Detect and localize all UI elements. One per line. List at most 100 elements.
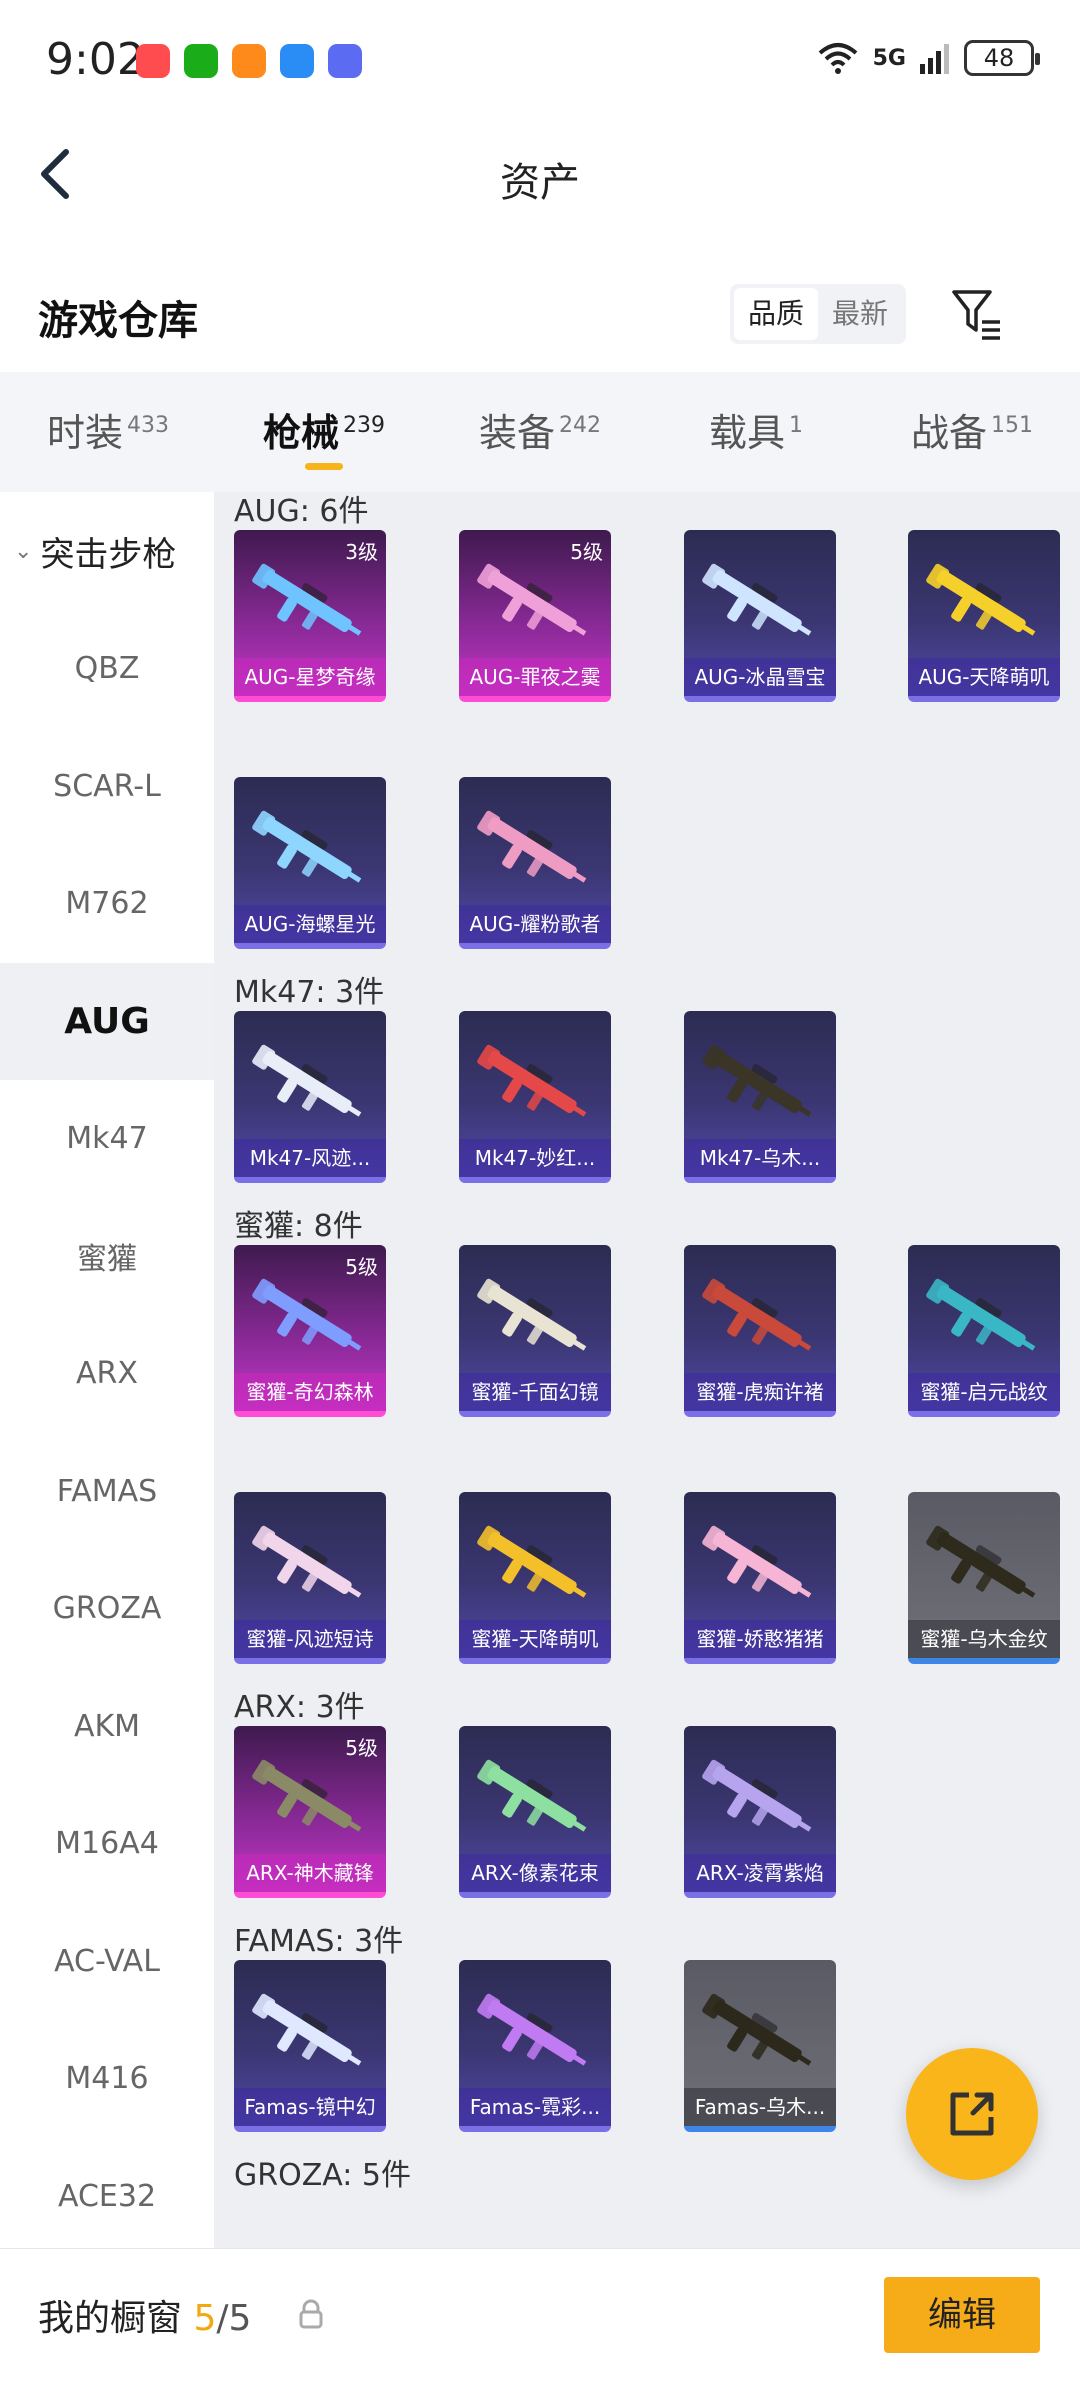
weapon-card[interactable]: AUG-海螺星光: [234, 777, 386, 949]
tab-fashion[interactable]: 时装 433: [0, 372, 216, 492]
sidebar-item-mk47[interactable]: Mk47: [0, 1080, 214, 1198]
weapon-card[interactable]: 蜜獾-娇憨猪猪: [684, 1492, 836, 1664]
shopping-bag-icon: [136, 44, 170, 78]
wifi-icon: [818, 43, 857, 74]
tab-equipment[interactable]: 装备 242: [432, 372, 648, 492]
weapon-name: ARX-凌霄紫焰: [684, 1854, 836, 1892]
rifle-icon: [477, 1278, 587, 1351]
tab-count: 239: [343, 413, 385, 438]
rifle-icon: [252, 810, 362, 883]
music-icon: [328, 44, 362, 78]
edit-button[interactable]: 编辑: [884, 2277, 1040, 2353]
weapon-card[interactable]: AUG-冰晶雪宝: [684, 530, 836, 702]
sidebar-item-ace32[interactable]: ACE32: [0, 2138, 214, 2249]
rifle-icon: [252, 1278, 362, 1351]
tab-count: 433: [127, 413, 169, 438]
weapon-card[interactable]: 蜜獾-启元战纹: [908, 1245, 1060, 1417]
weapon-name: ARX-神木藏锋: [234, 1854, 386, 1892]
weapon-card[interactable]: 5级 ARX-神木藏锋: [234, 1726, 386, 1898]
browser-icon: [280, 44, 314, 78]
sidebar-item-aug[interactable]: AUG: [0, 962, 214, 1080]
share-icon: [950, 2092, 994, 2136]
sidebar-group-label: 突击步枪: [40, 534, 177, 575]
tab-vehicles[interactable]: 载具 1: [648, 372, 864, 492]
sidebar-item-m16a4[interactable]: M16A4: [0, 1785, 214, 1903]
signal-icon: [920, 44, 949, 74]
sidebar-item-qbz[interactable]: QBZ: [0, 610, 214, 728]
weapon-name: 蜜獾-虎痴许褚: [684, 1373, 836, 1411]
sidebar-item-m416[interactable]: M416: [0, 2020, 214, 2138]
weapon-name: 蜜獾-娇憨猪猪: [684, 1620, 836, 1658]
status-time: 9:02: [46, 34, 145, 85]
rifle-icon: [926, 563, 1036, 636]
filter-icon[interactable]: [950, 286, 1004, 342]
weapon-card[interactable]: 5级 AUG-罪夜之霙: [459, 530, 611, 702]
tab-count: 242: [559, 413, 601, 438]
weapon-card[interactable]: 蜜獾-风迹短诗: [234, 1492, 386, 1664]
share-button[interactable]: [906, 2048, 1038, 2180]
weapon-card[interactable]: AUG-耀粉歌者: [459, 777, 611, 949]
sidebar-item-m762[interactable]: M762: [0, 845, 214, 963]
rifle-icon: [477, 563, 587, 636]
rifle-icon: [926, 1278, 1036, 1351]
group-heading: FAMAS: 3件: [234, 1924, 404, 1959]
weapon-name: AUG-耀粉歌者: [459, 905, 611, 943]
weapon-card[interactable]: Mk47-乌木...: [684, 1011, 836, 1183]
showcase-count: 5: [193, 2298, 217, 2339]
sidebar-item-蜜獾[interactable]: 蜜獾: [0, 1198, 214, 1316]
weapon-card[interactable]: Famas-乌木...: [684, 1960, 836, 2132]
weapon-name: AUG-星梦奇缘: [234, 658, 386, 696]
rifle-icon: [702, 1278, 812, 1351]
weapon-name: Famas-镜中幻: [234, 2088, 386, 2126]
sidebar-item-arx[interactable]: ARX: [0, 1315, 214, 1433]
weapon-card[interactable]: 蜜獾-千面幻镜: [459, 1245, 611, 1417]
sidebar-item-ac-val[interactable]: AC-VAL: [0, 1903, 214, 2021]
rifle-icon: [477, 1044, 587, 1117]
sidebar-item-famas[interactable]: FAMAS: [0, 1433, 214, 1551]
weapon-card[interactable]: Famas-霓彩...: [459, 1960, 611, 2132]
weapon-card[interactable]: ARX-凌霄紫焰: [684, 1726, 836, 1898]
weapon-name: Famas-霓彩...: [459, 2088, 611, 2126]
sidebar-item-scar-l[interactable]: SCAR-L: [0, 728, 214, 846]
group-heading: GROZA: 5件: [234, 2158, 411, 2193]
tab-supplies[interactable]: 战备 151: [864, 372, 1080, 492]
rifle-icon: [477, 1993, 587, 2066]
weapon-name: AUG-天降萌叽: [908, 658, 1060, 696]
weapon-card[interactable]: Mk47-妙红...: [459, 1011, 611, 1183]
showcase-bar: 我的橱窗 5/5 编辑: [0, 2248, 1080, 2381]
level-badge: 5级: [345, 1736, 378, 1760]
weapon-name: Famas-乌木...: [684, 2088, 836, 2126]
weapon-card[interactable]: 5级 蜜獾-奇幻森林: [234, 1245, 386, 1417]
weapon-card[interactable]: 蜜獾-虎痴许褚: [684, 1245, 836, 1417]
weapon-card[interactable]: AUG-天降萌叽: [908, 530, 1060, 702]
weapon-card[interactable]: 3级 AUG-星梦奇缘: [234, 530, 386, 702]
rifle-icon: [252, 1044, 362, 1117]
weapon-grid: AUG: 6件 3级 AUG-星梦奇缘 5级 AUG-罪夜之霙 AUG-冰晶雪宝 AUG-天…: [214, 492, 1080, 2248]
page-title: 资产: [500, 160, 580, 206]
sort-option-newest[interactable]: 最新: [818, 288, 902, 340]
category-tabs: 时装 433 枪械 239 装备 242 载具 1 战备 151: [0, 372, 1080, 492]
weapon-card[interactable]: Famas-镜中幻: [234, 1960, 386, 2132]
weapon-card[interactable]: Mk47-风迹...: [234, 1011, 386, 1183]
status-bar: 9:02 5G 48: [0, 0, 1080, 120]
weapon-sidebar: ⌄ 突击步枪 QBZ SCAR-L M762 AUG Mk47 蜜獾 ARX FAMAS GRO…: [0, 492, 214, 2248]
showcase-label: 我的橱窗 5/5: [38, 2298, 252, 2339]
tab-firearms[interactable]: 枪械 239: [216, 372, 432, 492]
sidebar-group-assault-rifles[interactable]: ⌄ 突击步枪: [0, 492, 214, 610]
weapon-name: Mk47-乌木...: [684, 1139, 836, 1177]
rifle-icon: [477, 1759, 587, 1832]
rifle-icon: [702, 1525, 812, 1598]
sort-option-quality[interactable]: 品质: [734, 288, 818, 340]
weapon-name: AUG-冰晶雪宝: [684, 658, 836, 696]
sidebar-item-akm[interactable]: AKM: [0, 1668, 214, 1786]
network-type: 5G: [872, 45, 906, 71]
weapon-card[interactable]: 蜜獾-乌木金纹: [908, 1492, 1060, 1664]
section-title: 游戏仓库: [38, 298, 198, 344]
tab-count: 1: [789, 413, 803, 438]
weapon-card[interactable]: ARX-像素花束: [459, 1726, 611, 1898]
sort-toggle: 品质 最新: [730, 284, 906, 344]
rifle-icon: [477, 810, 587, 883]
sidebar-item-groza[interactable]: GROZA: [0, 1550, 214, 1668]
showcase-total: 5: [228, 2298, 252, 2339]
weapon-card[interactable]: 蜜獾-天降萌叽: [459, 1492, 611, 1664]
